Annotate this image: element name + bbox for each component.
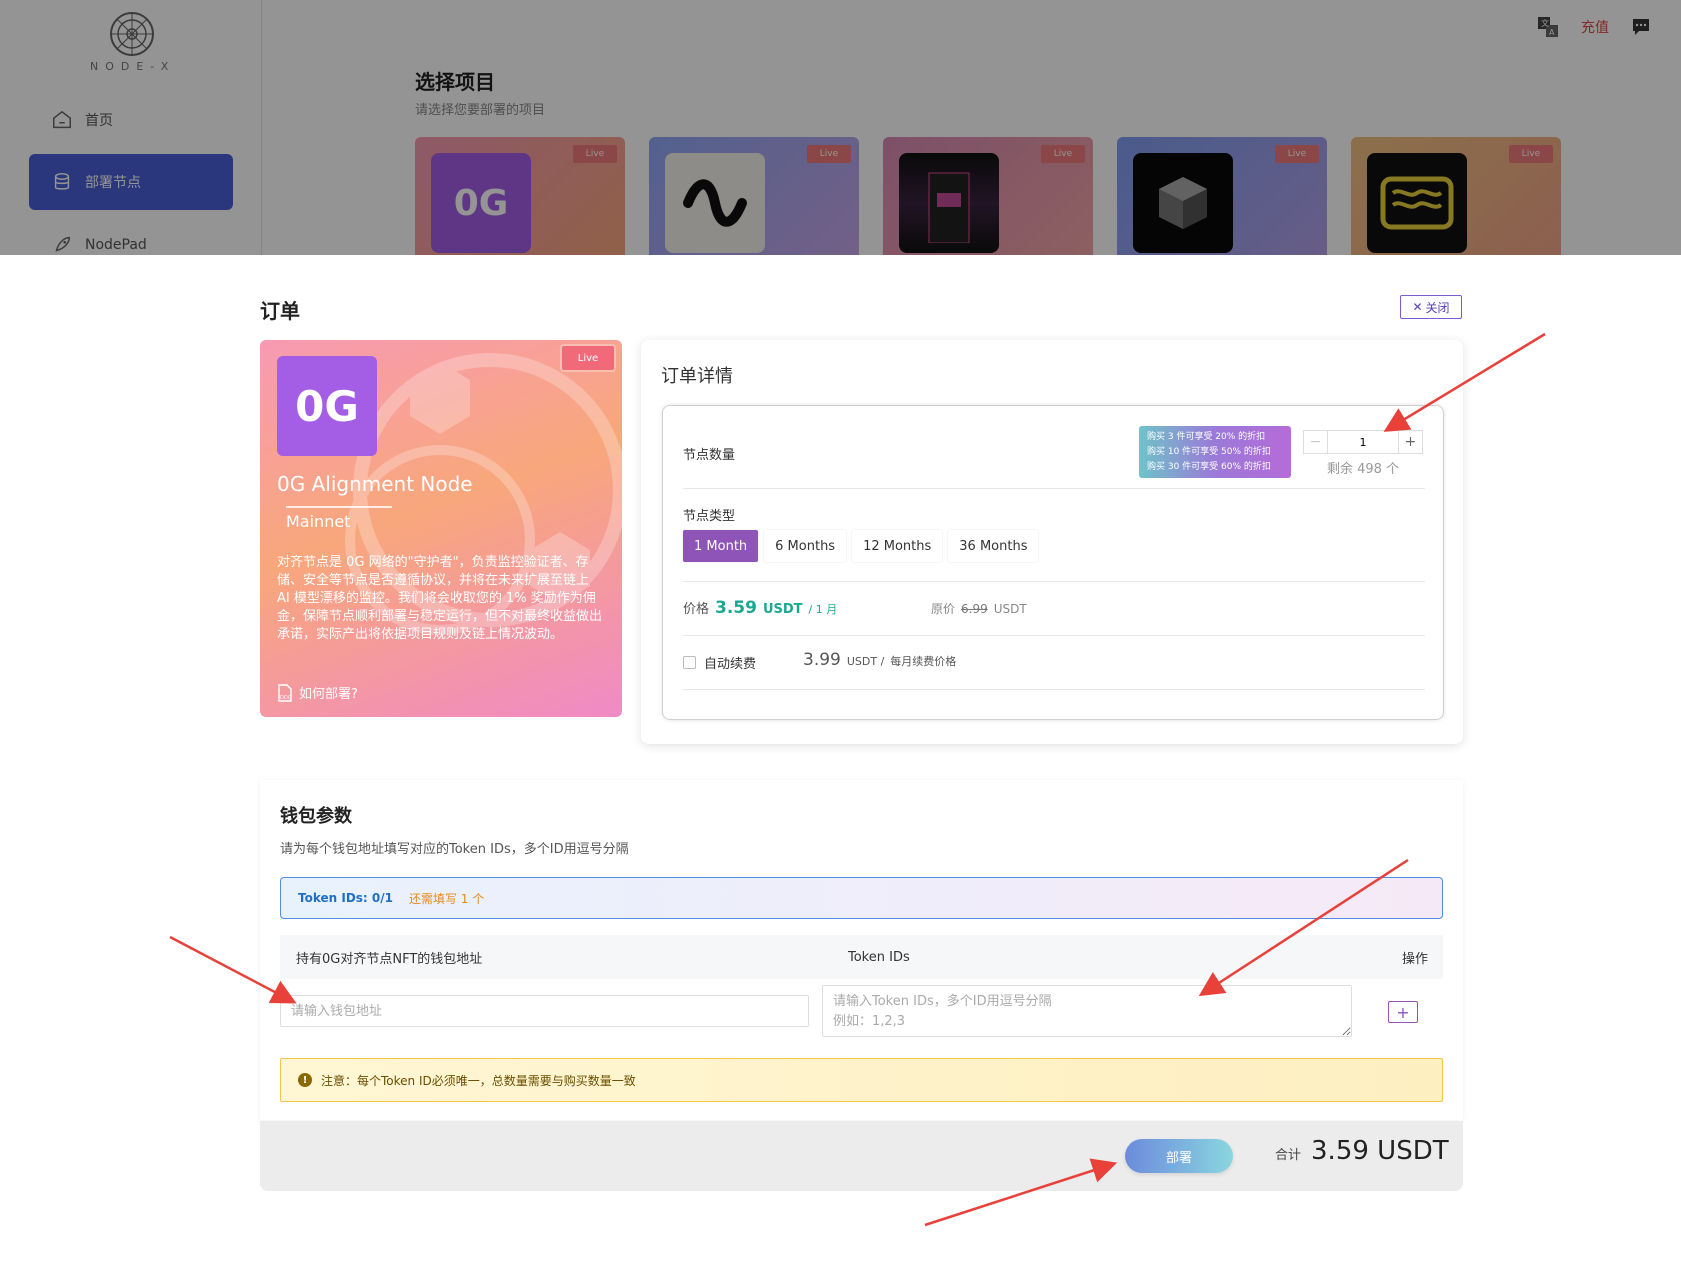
close-label: 关闭	[1425, 300, 1450, 315]
token-remaining: 还需填写 1 个	[408, 891, 485, 906]
quantity-label: 节点数量	[683, 448, 736, 463]
quantity-stepper: − +	[1303, 430, 1423, 454]
order-footer: 部署 合计 3.59 USDT	[260, 1121, 1463, 1191]
discount-line: 购买 3 件可享受 20% 的折扣	[1147, 432, 1266, 442]
price-value: 3.59	[715, 598, 757, 618]
increment-button[interactable]: +	[1398, 431, 1422, 453]
close-button[interactable]: ✕ 关闭	[1400, 295, 1462, 319]
warning-icon: !	[298, 1073, 312, 1087]
column-header-actions: 操作	[1401, 951, 1428, 967]
notice-text: 注意：每个Token ID必须唯一，总数量需要与购买数量一致	[321, 1073, 636, 1088]
node-card: Live 0G 0G Alignment Node Mainnet 对齐节点是 …	[260, 340, 622, 717]
price-unit: USDT	[762, 602, 803, 617]
total-amount: 3.59 USDT	[1311, 1136, 1449, 1166]
discount-badge: 购买 3 件可享受 20% 的折扣 购买 10 件可享受 50% 的折扣 购买 …	[1139, 426, 1291, 478]
divider	[683, 488, 1425, 489]
wallet-subtitle: 请为每个钱包地址填写对应的Token IDs，多个ID用逗号分隔	[280, 842, 629, 857]
price-label: 价格	[683, 602, 710, 617]
node-logo: 0G	[277, 356, 377, 456]
type-option-1-month[interactable]: 1 Month	[683, 530, 759, 562]
wallet-title: 钱包参数	[280, 806, 352, 827]
column-header-address: 持有0G对齐节点NFT的钱包地址	[296, 951, 483, 967]
column-header-token-ids: Token IDs	[848, 949, 910, 965]
price-period: / 1 月	[808, 603, 838, 616]
token-ids-input[interactable]	[822, 985, 1352, 1037]
discount-line: 购买 30 件可享受 60% 的折扣	[1147, 462, 1271, 472]
live-badge: Live	[562, 346, 614, 370]
original-price-unit: USDT	[993, 602, 1027, 616]
add-row-button[interactable]: +	[1388, 1001, 1418, 1023]
node-type-label: 节点类型	[683, 509, 736, 524]
auto-renew-price-value: 3.99	[803, 650, 841, 670]
original-price-value: 6.99	[961, 602, 988, 616]
order-panel: 订单 ✕ 关闭 Live 0G 0G Alignment Node Mainne…	[0, 255, 1681, 1265]
node-description: 对齐节点是 0G 网络的"守护者"，负责监控验证者、存储、安全等节点是否遵循协议…	[277, 555, 603, 642]
how-to-deploy-link[interactable]: DOC 如何部署?	[277, 683, 358, 702]
original-price-label: 原价	[931, 602, 956, 616]
close-icon: ✕	[1412, 300, 1423, 314]
type-option-36-months[interactable]: 36 Months	[948, 530, 1039, 562]
discount-line: 购买 10 件可享受 50% 的折扣	[1147, 447, 1271, 457]
auto-renew-row: 自动续费	[683, 653, 756, 672]
modal-overlay[interactable]	[0, 0, 1681, 255]
node-name: 0G Alignment Node	[277, 472, 473, 496]
quantity-input[interactable]	[1328, 431, 1398, 453]
order-details-title: 订单详情	[661, 366, 733, 387]
doc-icon: DOC	[278, 683, 292, 702]
wallet-address-input[interactable]	[280, 995, 809, 1027]
order-details-card: 订单详情 节点数量 购买 3 件可享受 20% 的折扣 购买 10 件可享受 5…	[641, 340, 1463, 744]
total-label: 合计	[1275, 1148, 1302, 1163]
price-row: 价格 3.59 USDT / 1 月	[683, 598, 837, 618]
type-option-12-months[interactable]: 12 Months	[852, 530, 943, 562]
auto-renew-label: 自动续费	[704, 657, 757, 672]
wallet-table-header: 持有0G对齐节点NFT的钱包地址 Token IDs 操作	[280, 935, 1443, 979]
type-option-6-months[interactable]: 6 Months	[764, 530, 847, 562]
auto-renew-checkbox[interactable]	[683, 656, 696, 669]
token-status-bar: Token IDs: 0/1 还需填写 1 个	[280, 877, 1443, 919]
remaining-count: 剩余 498 个	[1327, 462, 1400, 477]
svg-text:DOC: DOC	[280, 695, 292, 701]
auto-renew-note: 每月续费价格	[890, 655, 957, 668]
node-type-options: 1 Month 6 Months 12 Months 36 Months	[683, 530, 1039, 562]
how-to-deploy-label: 如何部署?	[299, 687, 358, 702]
node-network: Mainnet	[286, 506, 392, 531]
notice-banner: ! 注意：每个Token ID必须唯一，总数量需要与购买数量一致	[280, 1058, 1443, 1102]
order-details-box: 节点数量 购买 3 件可享受 20% 的折扣 购买 10 件可享受 50% 的折…	[662, 405, 1444, 720]
token-status: Token IDs: 0/1	[298, 891, 393, 905]
divider	[683, 581, 1425, 582]
divider	[683, 635, 1425, 636]
decrement-button[interactable]: −	[1304, 431, 1328, 453]
deploy-button[interactable]: 部署	[1125, 1139, 1233, 1173]
wallet-section: 钱包参数 请为每个钱包地址填写对应的Token IDs，多个ID用逗号分隔 To…	[260, 780, 1463, 1120]
order-title: 订单	[260, 299, 300, 323]
auto-renew-price: 3.99 USDT / 每月续费价格	[803, 650, 956, 670]
auto-renew-unit: USDT /	[846, 655, 885, 668]
order-total: 合计 3.59 USDT	[1275, 1136, 1449, 1166]
divider	[683, 689, 1425, 690]
original-price: 原价 6.99 USDT	[931, 600, 1027, 617]
